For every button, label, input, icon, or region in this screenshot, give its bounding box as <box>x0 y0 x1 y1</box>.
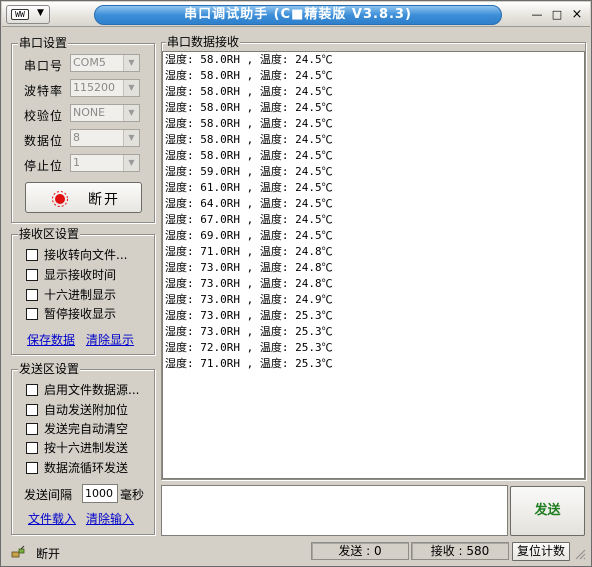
receive-line: 湿度: 72.0RH , 温度: 25.3℃ <box>165 341 333 354</box>
status-bar: 断开 发送 : 0 接收 : 580 复位计数 <box>2 540 590 564</box>
toggle-port-label: 断开 <box>88 192 120 208</box>
checkbox-box[interactable] <box>26 423 38 435</box>
minimize-button[interactable]: — <box>528 7 546 23</box>
receive-line: 湿度: 71.0RH , 温度: 24.8℃ <box>165 245 333 258</box>
checkbox-label: 显示接收时间 <box>44 268 117 282</box>
receive-line: 湿度: 73.0RH , 温度: 25.3℃ <box>165 309 333 322</box>
receive-line: 湿度: 58.0RH , 温度: 24.5℃ <box>165 117 333 130</box>
checkbox-label: 暂停接收显示 <box>44 307 117 321</box>
port-label: 串口号 <box>24 59 64 73</box>
receive-line: 湿度: 73.0RH , 温度: 24.9℃ <box>165 293 333 306</box>
receive-line: 湿度: 64.0RH , 温度: 24.5℃ <box>165 197 333 210</box>
receive-line: 湿度: 61.0RH , 温度: 24.5℃ <box>165 181 333 194</box>
status-indicator-icon <box>52 191 68 207</box>
send-settings-group: 发送区设置 启用文件数据源... 自动发送附加位 发送完自动清空 按十六进制发送… <box>11 362 155 535</box>
checkbox-box[interactable] <box>26 404 38 416</box>
receive-settings-group: 接收区设置 接收转向文件... 显示接收时间 十六进制显示 暂停接收显示 保存数… <box>11 227 155 355</box>
stopbits-select[interactable]: 1 ▼ <box>70 154 140 172</box>
chevron-down-icon: ▼ <box>123 130 139 146</box>
toggle-port-button[interactable]: 断开 <box>25 182 142 213</box>
parity-label: 校验位 <box>24 109 64 123</box>
receive-line: 湿度: 58.0RH , 温度: 24.5℃ <box>165 85 333 98</box>
databits-label: 数据位 <box>24 134 64 148</box>
stopbits-value: 1 <box>73 156 80 169</box>
send-button[interactable]: 发送 <box>510 486 585 536</box>
save-data-link[interactable]: 保存数据 <box>27 331 75 348</box>
send-input[interactable] <box>161 485 508 536</box>
receive-line: 湿度: 67.0RH , 温度: 24.5℃ <box>165 213 333 226</box>
receive-line: 湿度: 73.0RH , 温度: 24.8℃ <box>165 277 333 290</box>
receive-area-title: 串口数据接收 <box>166 35 241 49</box>
reset-count-button[interactable]: 复位计数 <box>512 542 570 561</box>
checkbox-label: 十六进制显示 <box>44 288 117 302</box>
parity-select[interactable]: NONE ▼ <box>70 104 140 122</box>
checkbox-box[interactable] <box>26 308 38 320</box>
checkbox-label: 按十六进制发送 <box>44 441 129 455</box>
port-select[interactable]: COM5 ▼ <box>70 54 140 72</box>
receive-line: 湿度: 73.0RH , 温度: 24.8℃ <box>165 261 333 274</box>
clear-input-link[interactable]: 清除输入 <box>86 510 134 527</box>
interval-unit: 毫秒 <box>120 488 145 502</box>
receive-line: 湿度: 69.0RH , 温度: 24.5℃ <box>165 229 333 242</box>
checkbox-label: 自动发送附加位 <box>44 403 129 417</box>
close-button[interactable]: × <box>568 7 586 23</box>
checkbox-box[interactable] <box>26 269 38 281</box>
checkbox-label: 发送完自动清空 <box>44 422 129 436</box>
stopbits-label: 停止位 <box>24 159 64 173</box>
plug-icon <box>11 545 25 558</box>
checkbox-box[interactable] <box>26 442 38 454</box>
chevron-down-icon: ▼ <box>37 8 44 18</box>
checkbox-box[interactable] <box>26 289 38 301</box>
receive-line: 湿度: 71.0RH , 温度: 25.3℃ <box>165 357 333 370</box>
databits-select[interactable]: 8 ▼ <box>70 129 140 147</box>
checkbox-label: 启用文件数据源... <box>44 383 140 397</box>
checkbox-box[interactable] <box>26 462 38 474</box>
chevron-down-icon: ▼ <box>123 55 139 71</box>
checkbox-label: 数据流循环发送 <box>44 461 129 475</box>
serial-settings-title: 串口设置 <box>18 36 69 50</box>
maximize-button[interactable]: □ <box>548 7 566 23</box>
receive-text-area[interactable]: 湿度: 58.0RH , 温度: 24.5℃ 湿度: 58.0RH , 温度: 2… <box>162 51 585 479</box>
chevron-down-icon: ▼ <box>123 155 139 171</box>
app-window: WW ▼ 串口调试助手 (C■精装版 V3.8.3) — □ × 串口设置 串口… <box>0 0 592 567</box>
checkbox-box[interactable] <box>26 249 38 261</box>
chevron-down-icon: ▼ <box>123 105 139 121</box>
sent-count: 发送 : 0 <box>311 542 409 560</box>
port-value: COM5 <box>73 56 106 69</box>
resize-grip-icon[interactable] <box>574 548 586 560</box>
receive-line: 湿度: 59.0RH , 温度: 24.5℃ <box>165 165 333 178</box>
baud-select[interactable]: 115200 ▼ <box>70 79 140 97</box>
connection-status: 断开 <box>36 547 61 561</box>
interval-label: 发送间隔 <box>24 488 73 502</box>
receive-line: 湿度: 58.0RH , 温度: 24.5℃ <box>165 69 333 82</box>
app-logo-icon: WW <box>11 9 29 20</box>
received-count: 接收 : 580 <box>411 542 509 560</box>
clear-display-link[interactable]: 清除显示 <box>86 331 134 348</box>
receive-line: 湿度: 73.0RH , 温度: 25.3℃ <box>165 325 333 338</box>
window-title: 串口调试助手 (C■精装版 V3.8.3) <box>94 5 502 25</box>
baud-label: 波特率 <box>24 84 64 98</box>
receive-line: 湿度: 58.0RH , 温度: 24.5℃ <box>165 149 333 162</box>
receive-settings-title: 接收区设置 <box>18 227 81 241</box>
receive-line: 湿度: 58.0RH , 温度: 24.5℃ <box>165 101 333 114</box>
send-settings-title: 发送区设置 <box>18 362 81 376</box>
databits-value: 8 <box>73 131 80 144</box>
checkbox-box[interactable] <box>26 384 38 396</box>
system-menu-button[interactable]: WW ▼ <box>6 5 50 24</box>
parity-value: NONE <box>73 106 106 119</box>
title-bar[interactable]: WW ▼ 串口调试助手 (C■精装版 V3.8.3) — □ × <box>2 2 590 27</box>
chevron-down-icon: ▼ <box>123 80 139 96</box>
interval-input[interactable] <box>82 484 118 503</box>
baud-value: 115200 <box>73 81 115 94</box>
receive-line: 湿度: 58.0RH , 温度: 24.5℃ <box>165 133 333 146</box>
receive-line: 湿度: 58.0RH , 温度: 24.5℃ <box>165 53 333 66</box>
checkbox-label: 接收转向文件... <box>44 248 128 262</box>
serial-settings-group: 串口设置 串口号 COM5 ▼ 波特率 115200 ▼ 校验位 NONE ▼ … <box>11 36 155 223</box>
load-file-link[interactable]: 文件载入 <box>28 510 76 527</box>
